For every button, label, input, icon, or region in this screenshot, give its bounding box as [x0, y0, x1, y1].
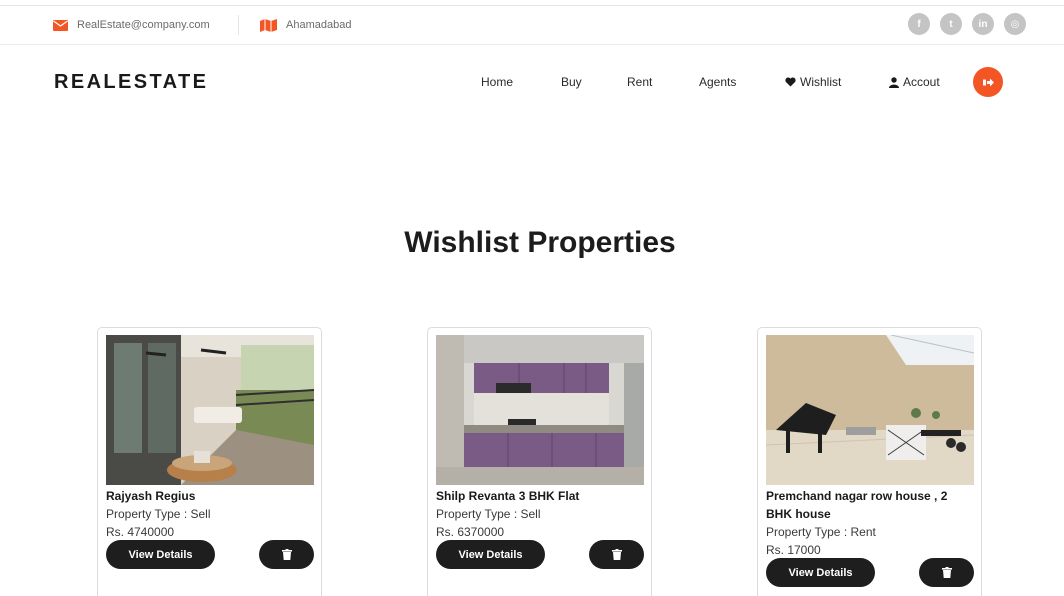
social-links: f t in ◎	[908, 13, 1026, 35]
property-card: Rajyash Regius Property Type : Sell Rs. …	[97, 327, 322, 596]
site-logo[interactable]: REALESTATE	[54, 71, 208, 94]
property-type: Property Type : Rent	[766, 525, 876, 539]
property-type: Property Type : Sell	[106, 507, 211, 521]
property-name: Shilp Revanta 3 BHK Flat	[436, 489, 580, 503]
sign-out-icon	[982, 78, 994, 86]
twitter-icon[interactable]: t	[940, 13, 962, 35]
envelope-icon	[53, 19, 68, 31]
map-icon	[260, 18, 277, 32]
divider	[238, 15, 239, 35]
property-image[interactable]	[766, 335, 974, 485]
property-price: Rs. 17000	[766, 543, 821, 557]
trash-icon	[281, 549, 292, 560]
property-type: Property Type : Sell	[436, 507, 541, 521]
location-text: Ahamadabad	[286, 19, 352, 31]
email-text: RealEstate@company.com	[77, 19, 210, 31]
contact-email[interactable]: RealEstate@company.com	[53, 6, 210, 44]
property-name: Premchand nagar row house , 2 BHK house	[766, 489, 948, 521]
nav-buy[interactable]: Buy	[561, 75, 582, 89]
linkedin-icon[interactable]: in	[972, 13, 994, 35]
page-title: Wishlist Properties	[404, 226, 676, 259]
delete-button[interactable]	[259, 540, 314, 569]
instagram-icon[interactable]: ◎	[1004, 13, 1026, 35]
user-icon	[889, 76, 899, 88]
nav-wishlist-label: Wishlist	[800, 75, 842, 89]
trash-icon	[941, 567, 952, 578]
trash-icon	[611, 549, 622, 560]
view-details-button[interactable]: View Details	[106, 540, 215, 569]
nav-account[interactable]: Accout	[889, 75, 940, 89]
nav-account-label: Accout	[903, 75, 940, 89]
view-details-button[interactable]: View Details	[436, 540, 545, 569]
logout-button[interactable]	[973, 67, 1003, 97]
heart-icon	[785, 77, 796, 87]
contact-location: Ahamadabad	[260, 6, 351, 44]
delete-button[interactable]	[919, 558, 974, 587]
property-card: Premchand nagar row house , 2 BHK house …	[757, 327, 982, 596]
property-card: Shilp Revanta 3 BHK Flat Property Type :…	[427, 327, 652, 596]
nav-agents[interactable]: Agents	[699, 75, 736, 89]
nav-wishlist[interactable]: Wishlist	[785, 75, 841, 89]
view-details-button[interactable]: View Details	[766, 558, 875, 587]
property-price: Rs. 6370000	[436, 525, 505, 539]
property-image[interactable]	[106, 335, 314, 485]
property-price: Rs. 4740000	[106, 525, 175, 539]
nav-rent[interactable]: Rent	[627, 75, 652, 89]
nav-home[interactable]: Home	[481, 75, 513, 89]
property-image[interactable]	[436, 335, 644, 485]
facebook-icon[interactable]: f	[908, 13, 930, 35]
property-name: Rajyash Regius	[106, 489, 196, 503]
top-info-bar: RealEstate@company.com Ahamadabad f t in…	[0, 5, 1064, 45]
delete-button[interactable]	[589, 540, 644, 569]
